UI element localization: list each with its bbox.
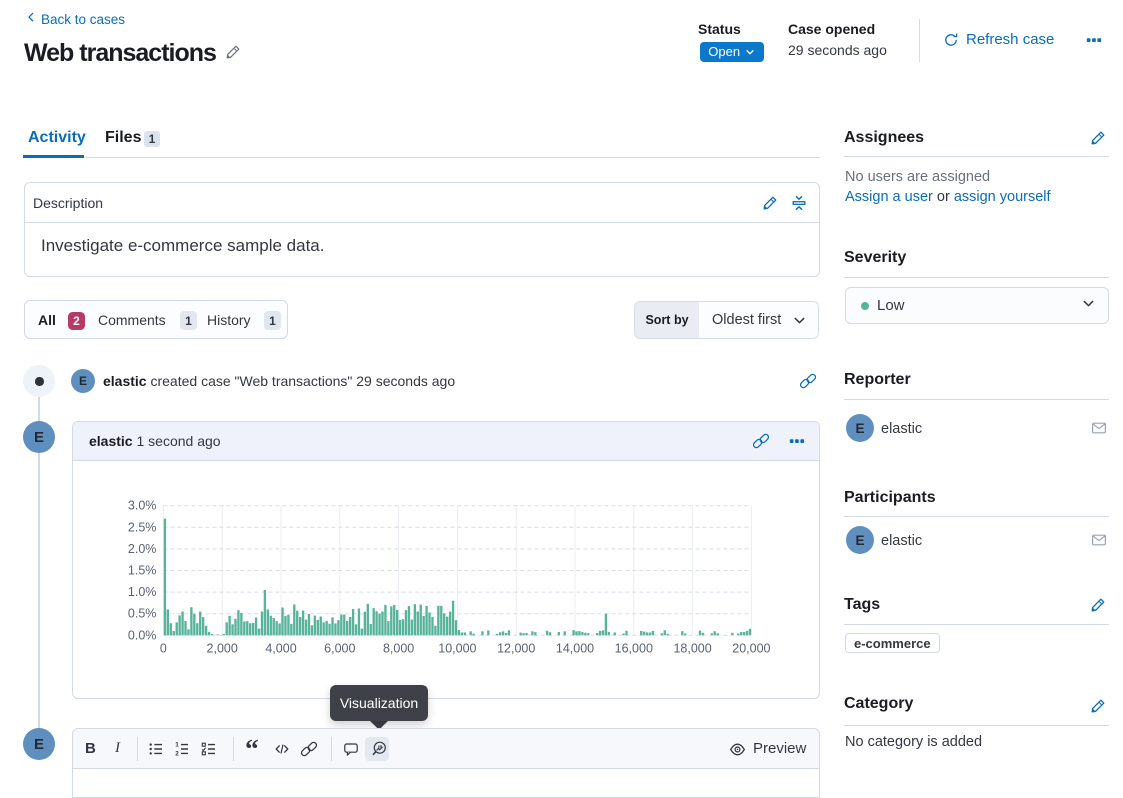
- svg-text:14,000: 14,000: [556, 641, 594, 655]
- svg-text:6,000: 6,000: [324, 641, 355, 655]
- svg-text:16,000: 16,000: [615, 641, 653, 655]
- svg-text:10,000: 10,000: [438, 641, 476, 655]
- svg-text:2.5%: 2.5%: [128, 520, 156, 534]
- svg-text:4,000: 4,000: [265, 641, 296, 655]
- svg-text:20,000: 20,000: [732, 641, 770, 655]
- svg-text:1.5%: 1.5%: [128, 564, 156, 578]
- svg-text:“: “: [245, 738, 259, 758]
- svg-text:2,000: 2,000: [207, 641, 238, 655]
- svg-text:2: 2: [175, 751, 179, 757]
- svg-text:18,000: 18,000: [673, 641, 711, 655]
- svg-text:8,000: 8,000: [383, 641, 414, 655]
- svg-text:1: 1: [175, 742, 179, 749]
- svg-text:0.5%: 0.5%: [128, 607, 156, 621]
- svg-text:1.0%: 1.0%: [128, 585, 156, 599]
- svg-text:0.0%: 0.0%: [128, 628, 156, 642]
- svg-text:0: 0: [160, 641, 167, 655]
- svg-text:12,000: 12,000: [497, 641, 535, 655]
- svg-text:2.0%: 2.0%: [128, 542, 156, 556]
- svg-text:3.0%: 3.0%: [128, 499, 156, 513]
